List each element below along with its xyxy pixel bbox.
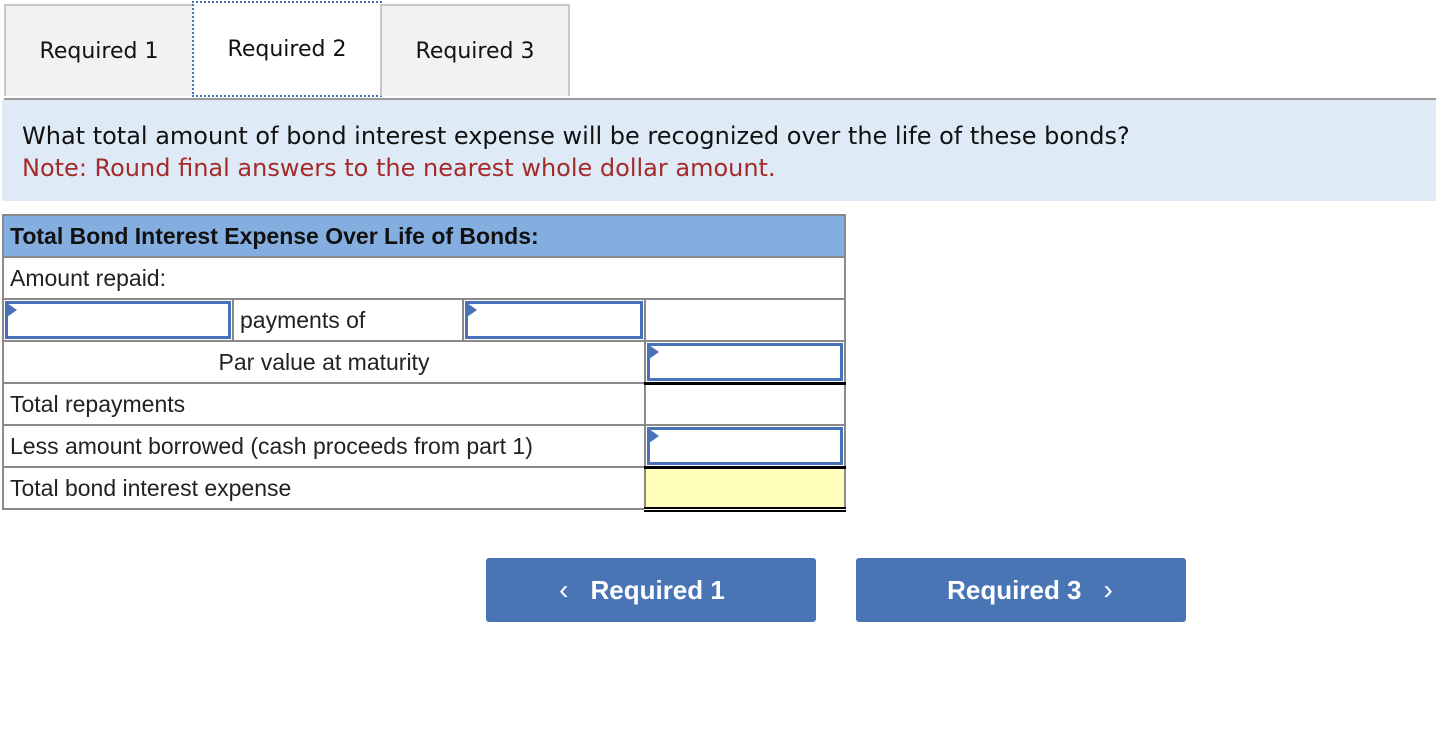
amount-repaid-label: Amount repaid: [2, 256, 846, 300]
payments-total-cell [644, 298, 846, 342]
tab-bar: Required 1 Required 2 Required 3 [4, 1, 570, 99]
chevron-right-icon: › [1103, 574, 1113, 605]
question-note: Note: Round final answers to the nearest… [22, 154, 776, 182]
amount-borrowed-cell [644, 424, 846, 469]
par-value-label: Par value at maturity [2, 340, 646, 384]
less-borrowed-label: Less amount borrowed (cash proceeds from… [2, 424, 646, 468]
question-text: What total amount of bond interest expen… [22, 122, 1130, 150]
tab-required-2[interactable]: Required 2 [192, 1, 382, 97]
table-header: Total Bond Interest Expense Over Life of… [2, 214, 846, 258]
interest-expense-table: Total Bond Interest Expense Over Life of… [2, 214, 846, 512]
total-repayments-label: Total repayments [2, 382, 646, 426]
tab-required-3[interactable]: Required 3 [380, 4, 570, 96]
payment-amount-cell [462, 298, 646, 342]
total-expense-label: Total bond interest expense [2, 466, 646, 510]
total-expense-value [644, 466, 846, 512]
chevron-left-icon: ‹ [559, 574, 569, 605]
num-payments-cell [2, 298, 234, 342]
par-value-cell [644, 340, 846, 385]
par-value-input[interactable] [650, 346, 844, 380]
next-button-label: Required 3 [947, 574, 1082, 605]
num-payments-input[interactable] [8, 304, 232, 338]
next-required-3-button[interactable]: Required 3 › [856, 558, 1186, 622]
prev-button-label: Required 1 [590, 574, 725, 605]
total-repayments-value [644, 382, 846, 426]
question-panel: What total amount of bond interest expen… [2, 100, 1436, 201]
payment-amount-input[interactable] [468, 304, 644, 338]
tab-required-1[interactable]: Required 1 [4, 4, 194, 96]
payments-of-label: payments of [232, 298, 464, 342]
prev-required-1-button[interactable]: ‹ Required 1 [486, 558, 816, 622]
amount-borrowed-input[interactable] [650, 430, 844, 464]
